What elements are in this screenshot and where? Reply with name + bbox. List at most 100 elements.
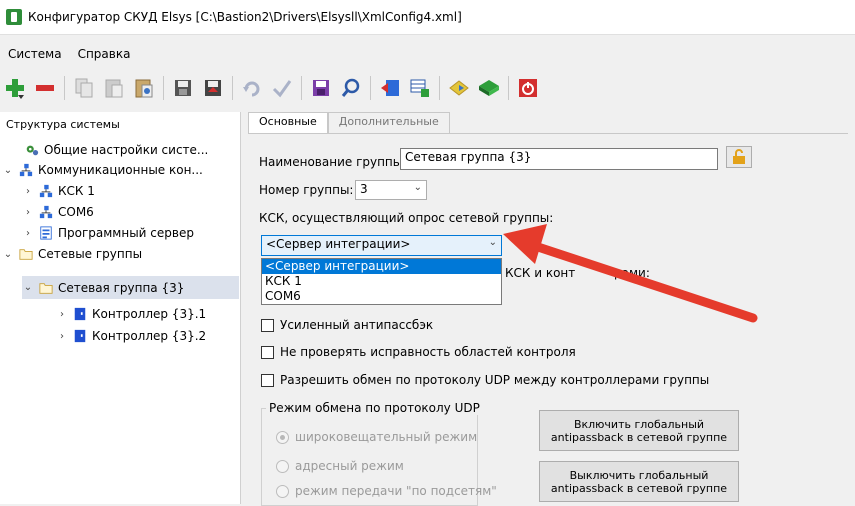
power-icon[interactable] [515,75,541,101]
udp-mode-title: Режим обмена по протоколу UDP [266,401,483,415]
folder-icon [39,282,53,294]
enable-global-antipassback-button[interactable]: Включить глобальный antipassback в сетев… [539,410,739,451]
controller-icon [74,329,86,343]
add-icon[interactable] [2,75,28,101]
lock-icon [733,149,745,164]
menu-system[interactable]: Система [0,47,70,61]
radio-button[interactable] [276,459,289,473]
dropdown-option[interactable]: COM6 [262,289,501,304]
chevron-right-icon[interactable]: › [56,331,68,342]
group-name-label: Наименование группы: [259,155,407,169]
group-number-select[interactable]: 3 ⌄ [355,180,427,200]
checkbox-box[interactable] [261,345,274,359]
tree-label: Сетевая группа {3} [58,280,185,295]
grid-icon[interactable] [407,75,433,101]
controller-icon [74,307,86,321]
save-icon[interactable] [308,75,334,101]
toolbar-divider [163,76,164,100]
disable-global-antipassback-button[interactable]: Выключить глобальный antipassback в сете… [539,461,739,502]
radio-button[interactable] [276,430,289,444]
checkbox-box[interactable] [261,318,274,332]
tree-label: Общие настройки систе... [44,143,209,157]
tree-item-software-server[interactable]: › Программный сервер [22,223,194,243]
group-name-field[interactable]: Сетевая группа {3} [400,148,718,170]
tree-label: Коммуникационные кон... [38,163,203,177]
checkbox-box[interactable] [261,373,274,387]
toolbar-divider [301,76,302,100]
udp-address-radio[interactable]: адресный режим [276,459,404,473]
tree-label: Сетевые группы [38,247,143,261]
enhanced-antipassback-checkbox[interactable]: Усиленный антипассбэк [261,318,433,332]
tab-main[interactable]: Основные [248,112,328,133]
panel-title: Структура системы [6,118,120,131]
menu-help[interactable]: Справка [70,47,139,61]
toolbar-divider [508,76,509,100]
paste-special-icon[interactable] [131,75,157,101]
diamond-icon[interactable] [446,75,472,101]
allow-udp-checkbox[interactable]: Разрешить обмен по протоколу UDP между к… [261,373,709,387]
server-icon [40,226,52,240]
ksk-value: <Сервер интеграции> [266,237,411,251]
save-config-icon[interactable] [170,75,196,101]
search-icon[interactable] [338,75,364,101]
chevron-right-icon[interactable]: › [56,309,68,320]
tree-label: COM6 [58,205,94,219]
tree-item-com6[interactable]: › COM6 [22,202,94,222]
annotation-arrow-icon [503,224,758,323]
tree-item-ksk1[interactable]: › КСК 1 [22,181,95,201]
toolbar-divider [439,76,440,100]
dropdown-option[interactable]: КСК 1 [262,274,501,289]
remove-icon[interactable] [32,75,58,101]
radio-label: режим передачи "по подсетям" [295,484,497,498]
no-check-areas-checkbox[interactable]: Не проверять исправность областей контро… [261,345,576,359]
menu-bar: Система Справка [0,44,138,64]
tree-item-controller-3-2[interactable]: › Контроллер {3}.2 [56,326,206,346]
tree-label: Программный сервер [58,226,194,240]
import-icon[interactable] [377,75,403,101]
settings-icon [26,145,39,156]
checkbox-label: Не проверять исправность областей контро… [280,345,576,359]
checkbox-label: Усиленный антипассбэк [280,318,434,332]
chevron-down-icon[interactable]: ⌄ [2,249,14,260]
toolbar-divider [370,76,371,100]
ksk-select[interactable]: <Сервер интеграции> ⌄ [261,235,502,256]
radio-label: широковещательный режим [295,430,478,444]
tree-item-controller-3-1[interactable]: › Контроллер {3}.1 [56,304,206,324]
radio-label: адресный режим [295,459,404,473]
paste-icon[interactable] [101,75,127,101]
toolbar [0,70,855,106]
copy-icon[interactable] [71,75,97,101]
toolbar-divider [232,76,233,100]
chevron-right-icon[interactable]: › [22,207,34,218]
lock-button[interactable] [726,146,752,168]
chevron-right-icon[interactable]: › [22,228,34,239]
udp-broadcast-radio[interactable]: широковещательный режим [276,430,477,444]
network-icon [19,163,33,177]
network-icon [39,205,53,219]
tree-item-communication[interactable]: ⌄ Коммуникационные кон... [2,160,203,180]
tree-label: Контроллер {3}.2 [92,329,207,343]
chevron-down-icon[interactable]: ⌄ [22,282,34,293]
window-title: Конфигуратор СКУД Elsys [C:\Bastion2\Dri… [28,10,462,24]
tree-label: КСК 1 [58,184,95,198]
book-icon[interactable] [476,75,502,101]
tree-label: Контроллер {3}.1 [92,307,207,321]
apply-icon[interactable] [269,75,295,101]
radio-button[interactable] [276,484,289,498]
tab-extra[interactable]: Дополнительные [327,112,450,133]
app-icon [6,9,22,25]
tree-item-network-group-3[interactable]: ⌄ Сетевая группа {3} [22,276,239,299]
tree-item-general-settings[interactable]: Общие настройки систе... [8,140,208,160]
ksk-dropdown-list[interactable]: <Сервер интеграции> КСК 1 COM6 [261,258,502,305]
group-number-value: 3 [360,182,368,196]
udp-subnets-radio[interactable]: режим передачи "по подсетям" [276,484,497,498]
dropdown-option[interactable]: <Сервер интеграции> [262,259,501,274]
chevron-down-icon: ⌄ [413,182,422,193]
chevron-down-icon[interactable]: ⌄ [2,165,14,176]
export-icon[interactable] [200,75,226,101]
chevron-right-icon[interactable]: › [22,186,34,197]
checkbox-label: Разрешить обмен по протоколу UDP между к… [280,373,710,387]
tree-item-network-groups[interactable]: ⌄ Сетевые группы [2,244,142,264]
undo-icon[interactable] [239,75,265,101]
folder-icon [19,249,33,260]
